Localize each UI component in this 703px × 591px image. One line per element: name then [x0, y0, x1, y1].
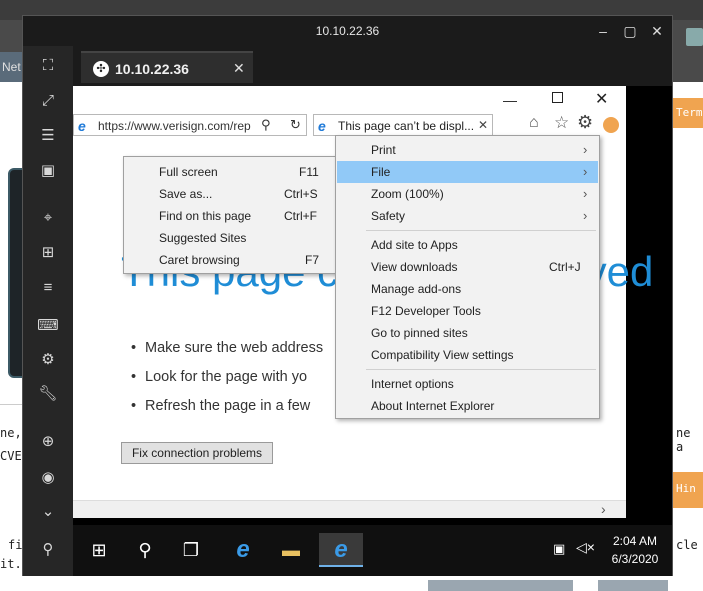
address-text: https://www.verisign.com/rep: [98, 119, 251, 133]
background-text: ne a: [676, 426, 691, 454]
menu-item-zoom[interactable]: Zoom (100%) ›: [337, 183, 598, 205]
wrench-icon[interactable]: 🔧︎: [36, 382, 60, 406]
chevron-right-icon: ›: [583, 186, 588, 201]
browser-tab[interactable]: e This page can’t be displ... ✕: [313, 114, 493, 136]
menu-item-caret-browsing[interactable]: Caret browsing F7: [125, 249, 335, 271]
menu-item-pinned-sites[interactable]: Go to pinned sites: [337, 322, 598, 344]
chevron-right-icon: ›: [583, 164, 588, 179]
add-icon[interactable]: ⊕: [36, 430, 60, 454]
scroll-right-icon[interactable]: ›: [601, 501, 606, 517]
remote-desktop-window: 10.10.22.36 – ▢ ✕ ⛶ ⤢ ☰ ▣ ⌖ ⊞ ≡ ⌨ ⚙ 🔧︎ ⊕…: [22, 15, 673, 576]
fix-connection-button[interactable]: Fix connection problems: [121, 442, 273, 464]
ie-logo-icon: e: [318, 118, 326, 134]
menu-item-add-site[interactable]: Add site to Apps: [337, 234, 598, 256]
link-icon[interactable]: ⚲: [36, 538, 60, 562]
favorites-icon[interactable]: ☆: [554, 113, 569, 133]
tab-title: This page can’t be displ...: [338, 119, 475, 133]
ie-maximize-button[interactable]: [552, 92, 563, 103]
network-tray-icon[interactable]: ▣: [553, 541, 565, 557]
address-bar[interactable]: e https://www.verisign.com/rep ⚲ ↻: [73, 114, 307, 136]
camera-icon[interactable]: ◉: [36, 466, 60, 490]
menu-item-suggested-sites[interactable]: Suggested Sites: [125, 227, 335, 249]
session-icon: ✣: [93, 61, 109, 77]
ie-active-taskbar-icon[interactable]: e: [319, 533, 363, 567]
collapse-icon[interactable]: ☰: [36, 124, 60, 148]
remote-screen[interactable]: — ✕ e https://www.verisign.com/rep ⚲ ↻ e…: [73, 86, 672, 576]
settings-icon[interactable]: ⚙: [36, 348, 60, 372]
scale-icon[interactable]: ⊞: [36, 241, 60, 265]
menu-item-save-as[interactable]: Save as... Ctrl+S: [125, 183, 335, 205]
window-titlebar: 10.10.22.36 – ▢ ✕: [23, 16, 672, 46]
background-extension-icon[interactable]: [686, 28, 703, 46]
close-button[interactable]: ✕: [647, 22, 667, 40]
chevron-right-icon: ›: [583, 142, 588, 157]
menu-item-full-screen[interactable]: Full screen F11: [125, 161, 335, 183]
background-terminal-button[interactable]: Term: [672, 98, 703, 128]
menu-item-view-downloads[interactable]: View downloads Ctrl+J: [337, 256, 598, 278]
search-icon[interactable]: ⚲: [261, 117, 271, 133]
file-submenu: Full screen F11 Save as... Ctrl+S Find o…: [123, 156, 337, 274]
menu-item-file[interactable]: File ›: [337, 161, 598, 183]
menu-separator: [366, 230, 596, 231]
background-button[interactable]: [598, 580, 668, 591]
home-icon[interactable]: ⌂: [529, 114, 539, 132]
fullscreen-icon[interactable]: ⛶: [36, 54, 60, 78]
chevron-right-icon: ›: [583, 208, 588, 223]
expand-icon[interactable]: ⤢: [36, 89, 60, 113]
feedback-icon[interactable]: [603, 117, 619, 133]
minimize-button[interactable]: –: [593, 22, 613, 40]
chevron-down-icon[interactable]: ⌄: [36, 500, 60, 524]
clock-date[interactable]: 6/3/2020: [607, 552, 663, 566]
file-explorer-icon[interactable]: ▬: [269, 533, 313, 567]
list-item: Refresh the page in a few: [131, 398, 310, 414]
target-icon[interactable]: ⌖: [36, 206, 60, 230]
menu-item-internet-options[interactable]: Internet options: [337, 373, 598, 395]
volume-icon[interactable]: ◁×: [576, 539, 595, 556]
menu-item-about-ie[interactable]: About Internet Explorer: [337, 395, 598, 417]
search-icon[interactable]: ⚲: [123, 533, 167, 567]
list-item: Look for the page with yo: [131, 369, 307, 385]
tools-gear-icon[interactable]: ⚙: [577, 112, 593, 133]
menu-separator: [366, 369, 596, 370]
clock-time[interactable]: 2:04 AM: [607, 534, 663, 548]
close-tab-icon[interactable]: ✕: [478, 118, 488, 132]
background-text: fi: [8, 538, 23, 552]
background-hint-button[interactable]: Hin: [672, 472, 703, 508]
menu-item-find[interactable]: Find on this page Ctrl+F: [125, 205, 335, 227]
background-text: cle: [676, 538, 698, 552]
horizontal-scrollbar[interactable]: ›: [73, 500, 626, 518]
session-tab-title: 10.10.22.36: [115, 61, 189, 77]
menu-icon[interactable]: ≡: [36, 276, 60, 300]
menu-item-manage-addons[interactable]: Manage add-ons: [337, 278, 598, 300]
ie-minimize-button[interactable]: —: [503, 92, 517, 108]
close-tab-icon[interactable]: ✕: [233, 60, 245, 77]
background-text: it.: [0, 557, 22, 571]
window-title: 10.10.22.36: [315, 24, 380, 38]
window-icon[interactable]: ▣: [36, 159, 60, 183]
background-text: CVE: [0, 449, 22, 463]
remote-sidebar: ⛶ ⤢ ☰ ▣ ⌖ ⊞ ≡ ⌨ ⚙ 🔧︎ ⊕ ◉ ⌄ ⚲: [23, 46, 73, 576]
background-button[interactable]: [428, 580, 573, 591]
taskbar: ⊞ ⚲ ❐ e ▬ e ▣ ◁× 2:04 AM 6/3/2020: [73, 525, 672, 576]
list-item: Make sure the web address: [131, 340, 323, 356]
ie-taskbar-icon[interactable]: e: [221, 533, 265, 567]
windows-start-icon[interactable]: ⊞: [77, 533, 121, 567]
menu-item-print[interactable]: Print ›: [337, 139, 598, 161]
task-view-icon[interactable]: ❐: [169, 533, 213, 567]
remote-session-tab[interactable]: ✣ 10.10.22.36 ✕: [81, 51, 253, 83]
ie-close-button[interactable]: ✕: [595, 89, 608, 109]
tools-menu: Print › File › Zoom (100%) › Safety › Ad…: [335, 135, 600, 419]
menu-item-dev-tools[interactable]: F12 Developer Tools: [337, 300, 598, 322]
maximize-button[interactable]: ▢: [620, 22, 640, 40]
background-divider: [0, 404, 24, 405]
menu-item-compat-view[interactable]: Compatibility View settings: [337, 344, 598, 366]
ie-logo-icon: e: [78, 118, 86, 134]
refresh-icon[interactable]: ↻: [290, 117, 301, 133]
menu-item-safety[interactable]: Safety ›: [337, 205, 598, 227]
background-text: ne,: [0, 426, 22, 440]
keyboard-icon[interactable]: ⌨: [36, 314, 60, 338]
